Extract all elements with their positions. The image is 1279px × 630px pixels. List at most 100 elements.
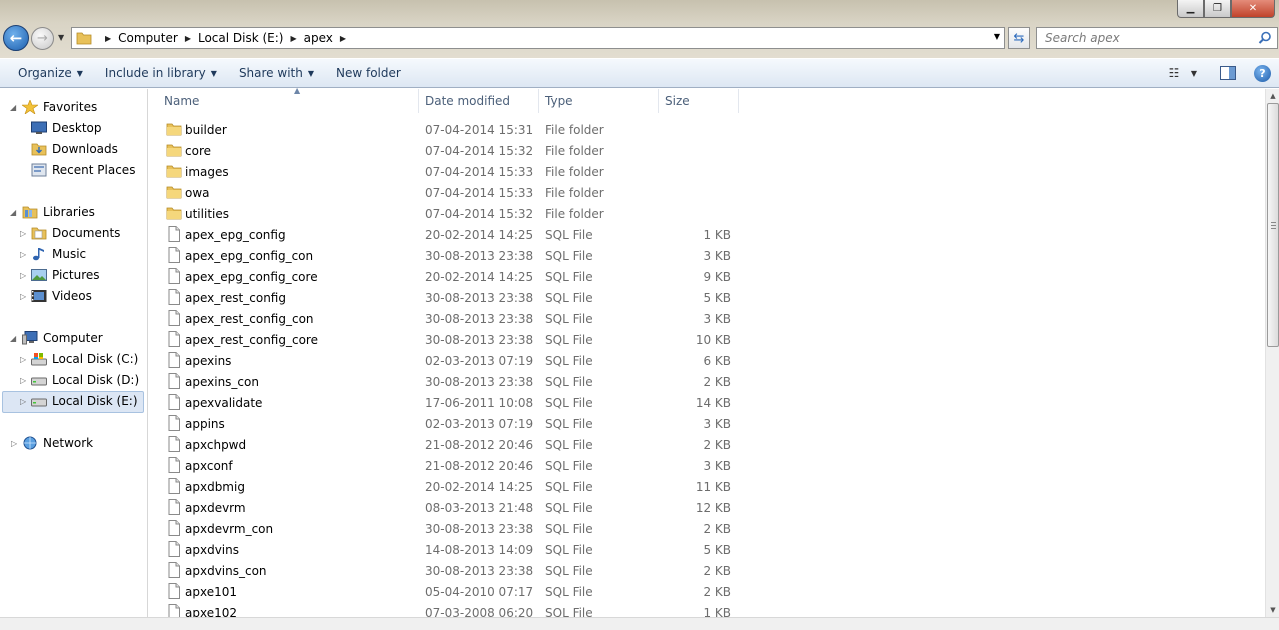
- nav-documents[interactable]: ▷ Documents: [20, 223, 120, 243]
- scroll-down-button[interactable]: ▼: [1266, 603, 1279, 617]
- file-row[interactable]: apxchpwd 21-08-2012 20:46 SQL File 2 KB: [162, 434, 742, 455]
- nav-label: Favorites: [43, 100, 98, 114]
- column-name-header[interactable]: Name ▲: [158, 86, 419, 113]
- organize-menu[interactable]: Organize ▼: [9, 59, 92, 87]
- nav-desktop[interactable]: Desktop: [31, 118, 102, 138]
- folder-row[interactable]: owa 07-04-2014 15:33 File folder: [162, 182, 742, 203]
- file-row[interactable]: apxe101 05-04-2010 07:17 SQL File 2 KB: [162, 581, 742, 602]
- expand-arrow-icon[interactable]: ▷: [20, 376, 26, 385]
- help-button[interactable]: ?: [1254, 64, 1271, 82]
- chevron-right-icon[interactable]: ▶: [340, 34, 346, 43]
- expand-arrow-icon[interactable]: ▷: [20, 292, 26, 301]
- chevron-right-icon[interactable]: ▶: [290, 34, 296, 43]
- breadcrumb-local-disk-e[interactable]: Local Disk (E:): [198, 31, 284, 45]
- back-button[interactable]: ←: [3, 25, 29, 51]
- forward-button[interactable]: →: [31, 27, 54, 50]
- address-bar[interactable]: ▶ Computer ▶ Local Disk (E:) ▶ apex ▶ ▼: [71, 27, 1005, 49]
- expand-arrow-icon[interactable]: ▷: [20, 271, 26, 280]
- preview-pane-button[interactable]: [1216, 61, 1240, 85]
- refresh-button[interactable]: ⇆: [1008, 27, 1030, 49]
- file-row[interactable]: apexvalidate 17-06-2011 10:08 SQL File 14 K…: [162, 392, 742, 413]
- file-size: 10 KB: [695, 332, 731, 347]
- chevron-right-icon[interactable]: ▶: [185, 34, 191, 43]
- column-type-header[interactable]: Type: [539, 89, 659, 113]
- file-name: apex_epg_config_con: [185, 248, 314, 263]
- file-row[interactable]: apxdevrm 08-03-2013 21:48 SQL File 12 KB: [162, 497, 742, 518]
- nav-downloads[interactable]: Downloads: [31, 139, 118, 159]
- file-row[interactable]: apexins_con 30-08-2013 23:38 SQL File 2 KB: [162, 371, 742, 392]
- nav-favorites[interactable]: ◢ Favorites: [10, 97, 98, 117]
- nav-pictures[interactable]: ▷ Pictures: [20, 265, 100, 285]
- sql-file-icon: [168, 352, 180, 368]
- nav-local-disk-c[interactable]: ▷ Local Disk (C:): [20, 349, 138, 369]
- breadcrumb-computer[interactable]: Computer: [118, 31, 178, 45]
- file-size: 2 KB: [703, 563, 731, 578]
- folder-row[interactable]: builder 07-04-2014 15:31 File folder: [162, 119, 742, 140]
- recent-pages-dropdown[interactable]: ▼: [58, 33, 64, 42]
- view-options-dropdown[interactable]: ▼: [1188, 61, 1200, 85]
- expand-arrow-icon[interactable]: ▷: [20, 355, 26, 364]
- chevron-right-icon[interactable]: ▶: [105, 34, 111, 43]
- file-row[interactable]: apxdbmig 20-02-2014 14:25 SQL File 11 KB: [162, 476, 742, 497]
- file-row[interactable]: apex_rest_config_con 30-08-2013 23:38 SQL …: [162, 308, 742, 329]
- file-row[interactable]: apexins 02-03-2013 07:19 SQL File 6 KB: [162, 350, 742, 371]
- help-icon: ?: [1259, 66, 1266, 80]
- expand-arrow-icon[interactable]: ▷: [20, 250, 26, 259]
- vertical-scrollbar[interactable]: ▲ ▼: [1265, 89, 1279, 617]
- nav-recent-places[interactable]: Recent Places: [31, 160, 135, 180]
- column-size-header[interactable]: Size: [659, 89, 739, 113]
- new-folder-button[interactable]: New folder: [327, 59, 410, 87]
- nav-videos[interactable]: ▷ Videos: [20, 286, 92, 306]
- navigation-pane: ◢ Favorites Desktop Downloads Recent Pla…: [0, 89, 148, 630]
- scroll-up-button[interactable]: ▲: [1266, 89, 1279, 103]
- close-button[interactable]: ✕: [1231, 0, 1275, 18]
- file-type: SQL File: [545, 227, 593, 242]
- file-row[interactable]: apex_epg_config 20-02-2014 14:25 SQL File 1…: [162, 224, 742, 245]
- file-type: SQL File: [545, 353, 593, 368]
- share-with-menu[interactable]: Share with ▼: [230, 59, 323, 87]
- file-row[interactable]: apxdvins_con 30-08-2013 23:38 SQL File 2 KB: [162, 560, 742, 581]
- expand-arrow-icon[interactable]: ▷: [20, 229, 26, 238]
- change-view-button[interactable]: ☷: [1162, 61, 1186, 85]
- expand-arrow-icon[interactable]: ▷: [20, 397, 26, 406]
- file-row[interactable]: appins 02-03-2013 07:19 SQL File 3 KB: [162, 413, 742, 434]
- nav-local-disk-e[interactable]: ▷ Local Disk (E:): [20, 391, 138, 411]
- recent-places-icon: [31, 163, 47, 177]
- address-dropdown-icon[interactable]: ▼: [994, 32, 1000, 41]
- file-row[interactable]: apex_epg_config_con 30-08-2013 23:38 SQL F…: [162, 245, 742, 266]
- minimize-button[interactable]: ▁: [1177, 0, 1204, 18]
- collapse-arrow-icon[interactable]: ◢: [10, 208, 16, 217]
- nav-libraries[interactable]: ◢ Libraries: [10, 202, 95, 222]
- nav-computer[interactable]: ◢ Computer: [10, 328, 103, 348]
- nav-network[interactable]: ▷ Network: [11, 433, 93, 453]
- maximize-button[interactable]: ❐: [1204, 0, 1231, 18]
- file-row[interactable]: apxdevrm_con 30-08-2013 23:38 SQL File 2 KB: [162, 518, 742, 539]
- collapse-arrow-icon[interactable]: ◢: [10, 103, 16, 112]
- folder-row[interactable]: core 07-04-2014 15:32 File folder: [162, 140, 742, 161]
- search-input[interactable]: Search apex: [1036, 27, 1278, 49]
- collapse-arrow-icon[interactable]: ◢: [10, 334, 16, 343]
- folder-icon: [166, 144, 182, 157]
- file-date: 08-03-2013 21:48: [425, 500, 534, 515]
- preview-pane-icon: [1220, 66, 1236, 80]
- file-row[interactable]: apex_rest_config 30-08-2013 23:38 SQL File…: [162, 287, 742, 308]
- nav-local-disk-d[interactable]: ▷ Local Disk (D:): [20, 370, 139, 390]
- file-type: SQL File: [545, 416, 593, 431]
- file-row[interactable]: apex_epg_config_core 20-02-2014 14:25 SQL …: [162, 266, 742, 287]
- folder-row[interactable]: utilities 07-04-2014 15:32 File folder: [162, 203, 742, 224]
- search-icon[interactable]: [1258, 31, 1272, 45]
- scroll-thumb[interactable]: [1267, 103, 1279, 347]
- file-row[interactable]: apex_rest_config_core 30-08-2013 23:38 SQL…: [162, 329, 742, 350]
- breadcrumb-apex[interactable]: apex: [304, 31, 333, 45]
- computer-icon: [22, 331, 38, 345]
- file-row[interactable]: apxconf 21-08-2012 20:46 SQL File 3 KB: [162, 455, 742, 476]
- file-row[interactable]: apxdvins 14-08-2013 14:09 SQL File 5 KB: [162, 539, 742, 560]
- file-type: SQL File: [545, 584, 593, 599]
- nav-music[interactable]: ▷ Music: [20, 244, 86, 264]
- include-in-library-menu[interactable]: Include in library ▼: [96, 59, 226, 87]
- column-date-header[interactable]: Date modified: [419, 89, 539, 113]
- file-size: 5 KB: [703, 290, 731, 305]
- file-type: SQL File: [545, 248, 593, 263]
- folder-row[interactable]: images 07-04-2014 15:33 File folder: [162, 161, 742, 182]
- expand-arrow-icon[interactable]: ▷: [11, 439, 17, 448]
